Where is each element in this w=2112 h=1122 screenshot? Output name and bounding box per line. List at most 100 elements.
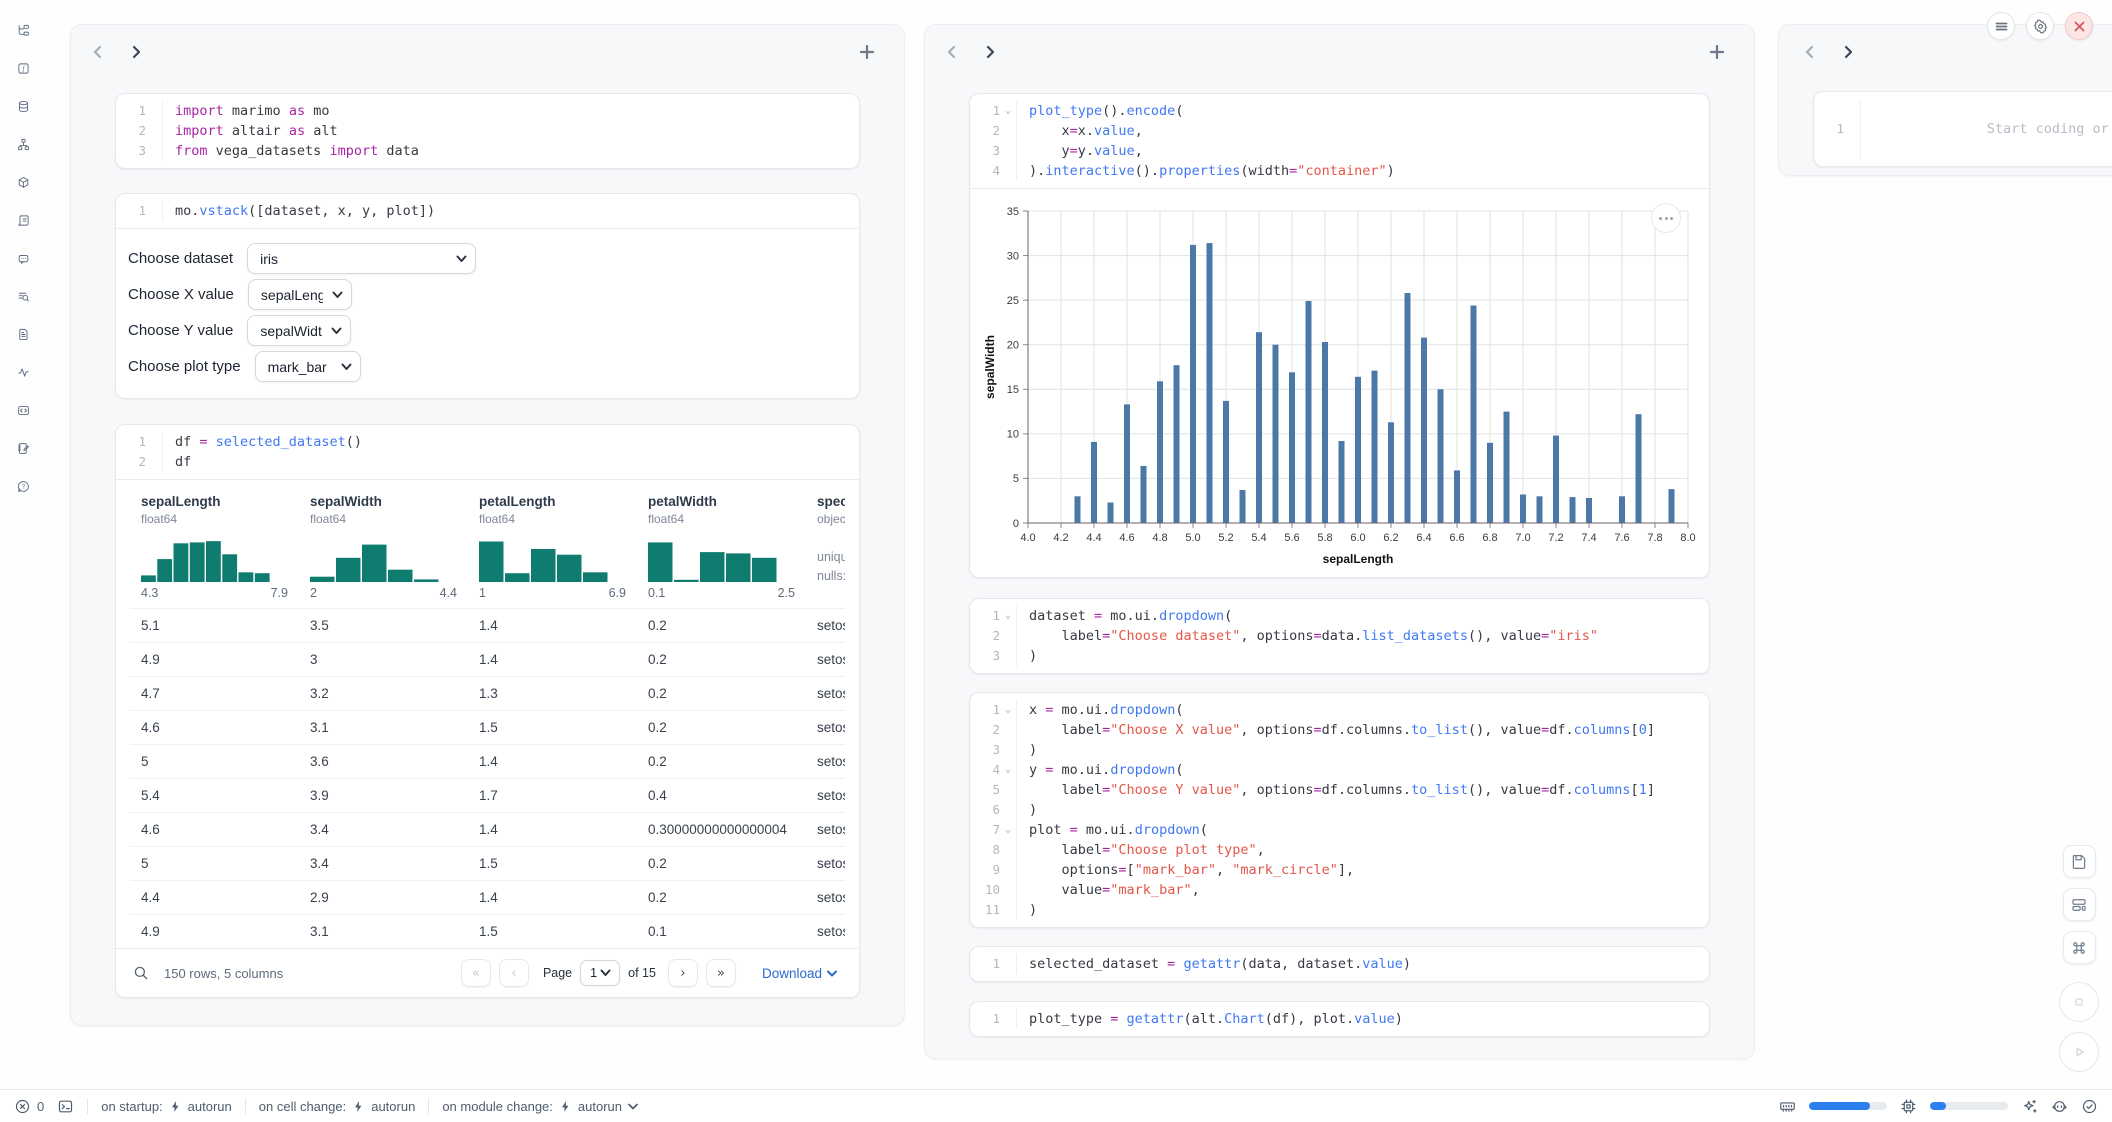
chat-icon[interactable] [11,246,36,271]
documentation-icon[interactable] [11,322,36,347]
copilot-icon[interactable] [2051,1098,2068,1115]
table-cell: 1.5 [468,720,637,735]
table-cell: setosa [806,788,845,803]
snippets-icon[interactable] [11,284,36,309]
table-cell: 0.2 [637,686,806,701]
datasources-icon[interactable] [11,94,36,119]
fold-chevron-icon[interactable]: ⌄ [1000,820,1016,840]
table-row[interactable]: 4.63.41.40.30000000000000004setosa [130,812,845,846]
column-header[interactable]: petalWidthfloat640.12.5 [637,494,806,600]
table-cell: setosa [806,686,845,701]
table-cell: 1.4 [468,618,637,633]
dropdown-select[interactable]: sepalLength [248,279,352,310]
tracing-icon[interactable] [11,360,36,385]
search-icon[interactable] [132,964,150,982]
dropdown-select[interactable]: sepalWidth [247,315,351,346]
runtime-config-item[interactable]: on module change:autorun [442,1099,638,1114]
column-panel-right: 1 Start coding or generate with [1778,24,2112,176]
next-page-button[interactable]: › [668,959,698,987]
column-name: sepalWidth [310,494,457,509]
table-row[interactable]: 4.73.21.30.2setosa [130,676,845,710]
file-tree-icon[interactable] [11,18,36,43]
table-row[interactable]: 4.63.11.50.2setosa [130,710,845,744]
code-editor[interactable]: 1mo.vstack([dataset, x, y, plot]) [116,194,859,228]
collapse-right-icon[interactable] [125,42,147,62]
runtime-config-item[interactable]: on cell change:autorun [259,1099,416,1114]
settings-gear-icon[interactable] [2026,12,2054,40]
code-line: 2df [116,452,859,472]
logs-icon[interactable] [11,208,36,233]
run-button[interactable] [2059,1032,2099,1072]
packages-icon[interactable] [11,170,36,195]
collapse-left-icon[interactable] [941,42,963,62]
column-header[interactable]: sepalLengthfloat644.37.9 [130,494,299,600]
code-line: 3from vega_datasets import data [116,141,859,161]
chart-actions-icon[interactable] [1651,203,1681,233]
collapse-left-icon[interactable] [1799,42,1821,62]
svg-text:30: 30 [1006,250,1018,262]
code-editor[interactable]: 1import marimo as mo2import altair as al… [116,94,859,168]
shutdown-close-icon[interactable] [2065,12,2093,40]
connection-status-icon[interactable] [2081,1098,2098,1115]
code-line: 6) [970,800,1709,820]
fold-chevron-icon[interactable]: ⌄ [1000,700,1016,720]
save-icon[interactable] [2063,845,2096,878]
add-cell-icon[interactable] [1706,42,1728,62]
panel-header [925,25,1754,69]
terminal-icon[interactable] [57,1098,74,1115]
fold-chevron-icon[interactable]: ⌄ [1000,606,1016,626]
table-row[interactable]: 53.41.50.2setosa [130,846,845,880]
dependency-graph-icon[interactable] [11,132,36,157]
code-cell: 1⌄plot_type().encode(2 x=x.value,3 y=y.v… [969,93,1710,578]
code-line: 3 y=y.value, [970,141,1709,161]
download-button[interactable]: Download [756,965,843,982]
code-editor[interactable]: 1⌄plot_type().encode(2 x=x.value,3 y=y.v… [970,94,1709,188]
collapse-right-icon[interactable] [979,42,1001,62]
prev-page-button[interactable]: ‹ [499,959,529,987]
table-cell: 4.9 [130,652,299,667]
first-page-button[interactable]: « [461,959,491,987]
table-row[interactable]: 5.13.51.40.2setosa [130,608,845,642]
stop-button[interactable] [2059,982,2099,1022]
code-editor[interactable]: 1⌄x = mo.ui.dropdown(2 label="Choose X v… [970,693,1709,927]
add-cell-icon[interactable] [856,42,878,62]
fold-chevron-icon[interactable]: ⌄ [1000,101,1016,121]
ai-sparkles-icon[interactable] [2021,1098,2038,1115]
error-count-button[interactable]: 0 [14,1098,44,1115]
line-number: 2 [118,121,146,141]
table-cell: setosa [806,618,845,633]
page-select[interactable]: 1 [580,960,620,986]
column-header[interactable]: speciesobjectunique:nulls: [806,494,845,600]
table-row[interactable]: 4.931.40.2setosa [130,642,845,676]
column-histogram [648,536,778,582]
dropdown-select[interactable]: iris [247,243,476,274]
table-row[interactable]: 4.42.91.40.2setosa [130,880,845,914]
table-row[interactable]: 4.93.11.50.1setosa [130,914,845,948]
code-editor[interactable]: 1 Start coding or generate with [1814,92,2112,166]
menu-icon[interactable] [1987,12,2015,40]
table-row[interactable]: 53.61.40.2setosa [130,744,845,778]
column-header[interactable]: sepalWidthfloat6424.4 [299,494,468,600]
column-header[interactable]: petalLengthfloat6416.9 [468,494,637,600]
dropdown-select[interactable]: mark_bar [255,351,361,382]
notebook-icon[interactable] [11,436,36,461]
table-cell: 3.1 [299,720,468,735]
altair-chart[interactable]: 4.04.24.44.64.85.05.25.45.65.86.06.26.46… [982,197,1698,573]
code-editor[interactable]: 1selected_dataset = getattr(data, datase… [970,947,1709,981]
runtime-config-label: on cell change: [259,1099,346,1114]
table-cell: 3 [299,652,468,667]
help-icon[interactable]: ? [11,474,36,499]
code-editor[interactable]: 1plot_type = getattr(alt.Chart(df), plot… [970,1002,1709,1036]
layout-grid-icon[interactable] [2063,888,2096,921]
last-page-button[interactable]: » [706,959,736,987]
command-shortcuts-icon[interactable] [2063,931,2096,964]
fold-chevron-icon[interactable]: ⌄ [1000,760,1016,780]
runtime-config-item[interactable]: on startup:autorun [101,1099,232,1114]
collapse-left-icon[interactable] [87,42,109,62]
table-row[interactable]: 5.43.91.70.4setosa [130,778,845,812]
code-editor[interactable]: 1⌄dataset = mo.ui.dropdown(2 label="Choo… [970,599,1709,673]
code-editor[interactable]: 1df = selected_dataset()2df [116,425,859,479]
collapse-right-icon[interactable] [1837,42,1859,62]
variables-icon[interactable]: f [11,56,36,81]
scratchpad-icon[interactable] [11,398,36,423]
